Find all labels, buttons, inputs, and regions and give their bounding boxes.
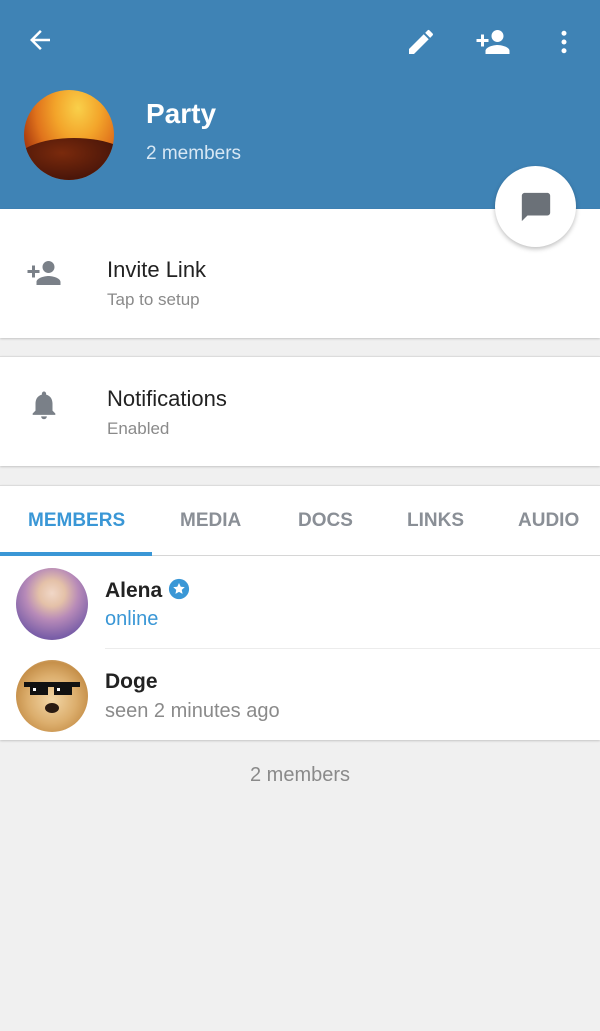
active-tab-indicator	[0, 552, 152, 556]
edit-button[interactable]	[400, 22, 442, 62]
tab-bar: MEMBERS MEDIA DOCS LINKS AUDIO	[0, 486, 600, 556]
tab-links[interactable]: LINKS	[407, 510, 464, 532]
add-member-button[interactable]	[470, 22, 516, 62]
chat-bubble-icon	[521, 192, 550, 221]
sunglasses-icon	[24, 682, 80, 713]
member-name: Doge	[105, 670, 158, 693]
bell-icon	[24, 385, 64, 425]
back-button[interactable]	[18, 22, 62, 58]
more-vertical-icon	[561, 30, 567, 54]
open-chat-button[interactable]	[495, 166, 576, 247]
member-row-alena[interactable]: Alena online	[0, 558, 600, 648]
tab-audio[interactable]: AUDIO	[518, 510, 579, 532]
tab-docs[interactable]: DOCS	[298, 510, 353, 532]
add-person-icon	[476, 30, 510, 54]
member-status: seen 2 minutes ago	[105, 700, 280, 722]
avatar	[16, 568, 88, 640]
add-person-icon	[24, 253, 64, 293]
notifications-title: Notifications	[107, 386, 227, 411]
pencil-icon	[409, 29, 433, 54]
group-avatar[interactable]	[24, 90, 114, 180]
invite-link-title: Invite Link	[107, 257, 207, 282]
members-count-footer: 2 members	[249, 764, 351, 786]
verified-badge-icon	[168, 578, 190, 606]
member-divider	[105, 648, 600, 649]
more-options-button[interactable]	[546, 22, 582, 62]
tab-members[interactable]: MEMBERS	[28, 510, 125, 532]
member-status: online	[105, 608, 159, 630]
tab-media[interactable]: MEDIA	[180, 510, 241, 532]
arrow-left-icon	[30, 30, 50, 50]
member-name-text: Alena	[105, 579, 163, 602]
avatar	[16, 660, 88, 732]
notifications-subtitle: Enabled	[107, 419, 170, 438]
invite-link-subtitle: Tap to setup	[107, 290, 200, 309]
notifications-row[interactable]: Notifications Enabled	[0, 356, 600, 466]
member-row-doge[interactable]: Doge seen 2 minutes ago	[0, 650, 600, 740]
group-member-count: 2 members	[146, 143, 242, 164]
member-name: Alena	[105, 578, 190, 606]
group-title: Party	[146, 98, 217, 129]
members-section: MEMBERS MEDIA DOCS LINKS AUDIO Alena onl…	[0, 485, 600, 740]
